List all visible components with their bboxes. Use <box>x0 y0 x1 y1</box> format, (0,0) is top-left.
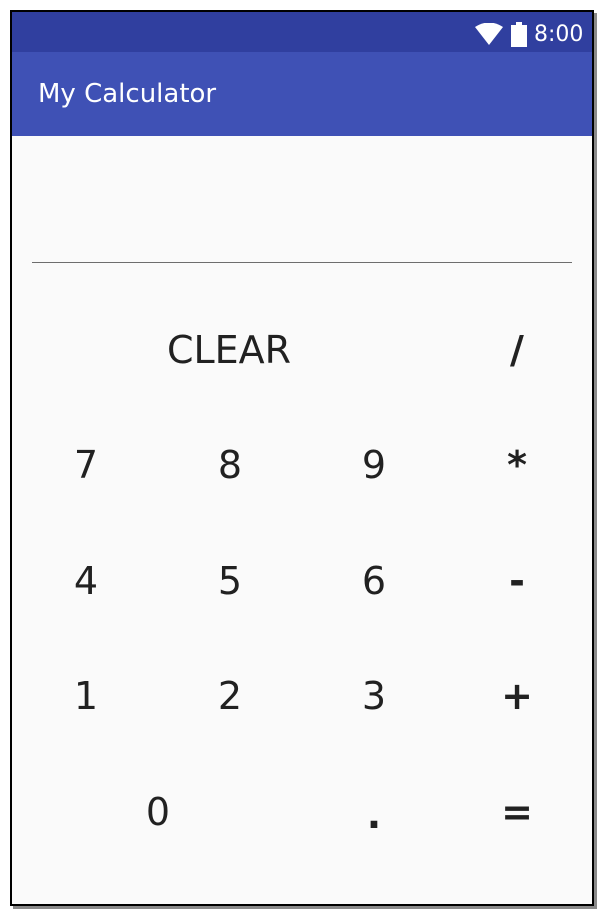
wifi-icon <box>475 23 503 45</box>
app-title: My Calculator <box>38 79 217 109</box>
digit-5-button[interactable]: 5 <box>195 553 265 608</box>
digit-0-button[interactable]: 0 <box>123 784 193 839</box>
equals-button[interactable]: = <box>482 784 552 839</box>
battery-icon <box>511 22 527 47</box>
digit-2-button[interactable]: 2 <box>195 668 265 723</box>
status-bar: 8:00 <box>12 12 592 52</box>
subtract-button[interactable]: - <box>482 553 552 608</box>
digit-8-button[interactable]: 8 <box>195 437 265 492</box>
digit-7-button[interactable]: 7 <box>51 437 121 492</box>
digit-3-button[interactable]: 3 <box>339 668 409 723</box>
decimal-button[interactable]: . <box>339 787 409 842</box>
phone-screen: 8:00 My Calculator CLEAR / 7 8 9 * 4 5 6… <box>10 10 594 906</box>
multiply-button[interactable]: * <box>482 437 552 492</box>
digit-4-button[interactable]: 4 <box>51 553 121 608</box>
clear-button[interactable]: CLEAR <box>144 322 314 377</box>
divide-button[interactable]: / <box>482 322 552 377</box>
calculator-display <box>32 162 572 263</box>
app-bar: My Calculator <box>12 52 592 136</box>
digit-1-button[interactable]: 1 <box>51 668 121 723</box>
status-time: 8:00 <box>534 22 584 47</box>
add-button[interactable]: + <box>482 668 552 723</box>
digit-9-button[interactable]: 9 <box>339 437 409 492</box>
digit-6-button[interactable]: 6 <box>339 553 409 608</box>
